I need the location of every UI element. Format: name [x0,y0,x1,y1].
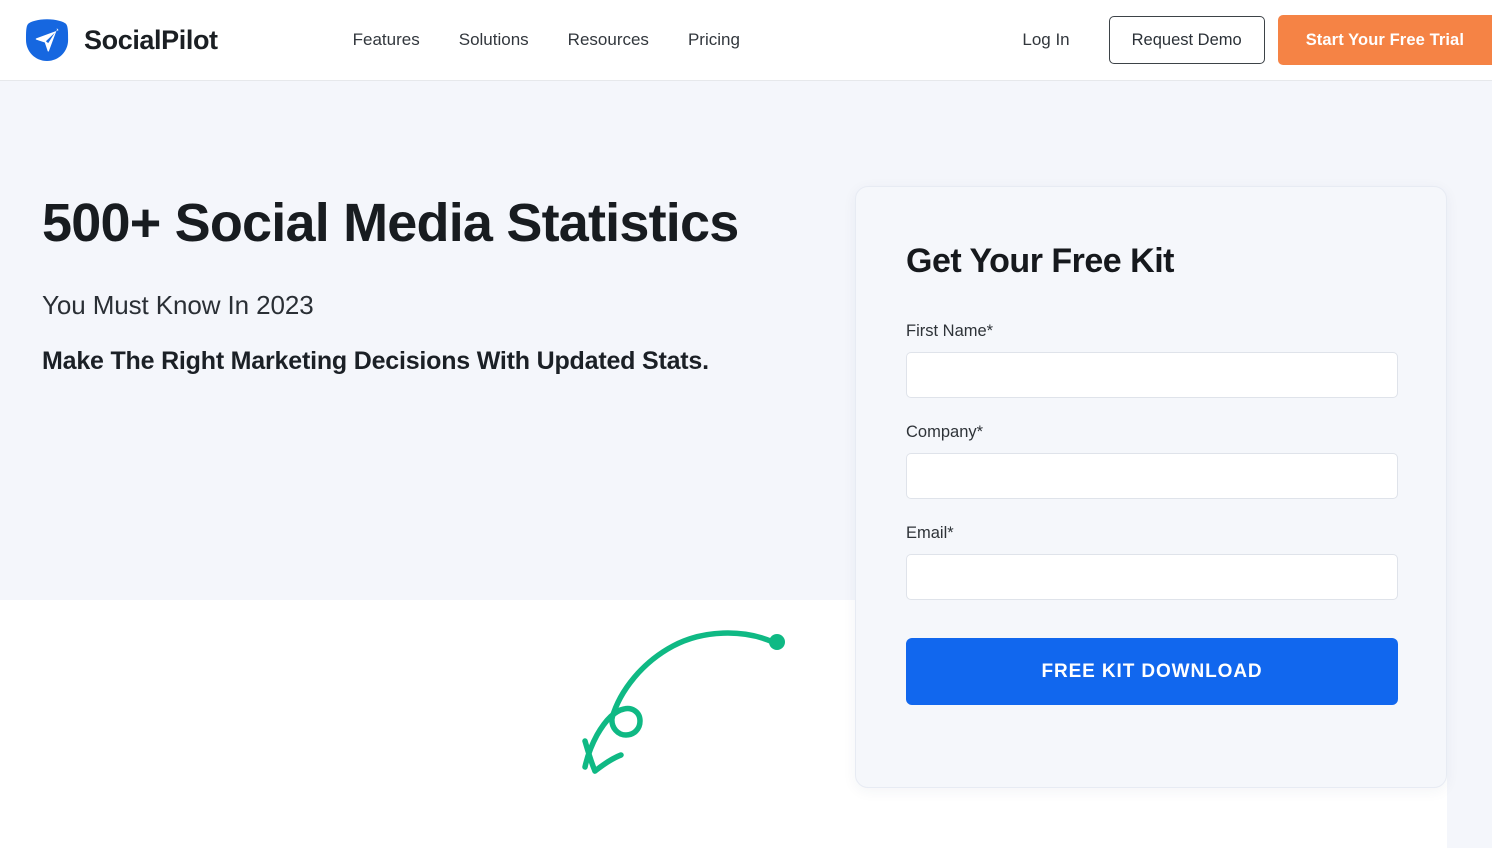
hero-background-band-right [1447,600,1492,848]
login-link[interactable]: Log In [1022,30,1069,50]
paper-plane-logo-icon [25,19,69,61]
nav-item-pricing[interactable]: Pricing [688,30,740,50]
email-label: Email* [906,524,954,543]
nav-item-solutions[interactable]: Solutions [459,30,529,50]
hero-subtitle: You Must Know In 2023 [42,289,314,320]
free-kit-form-card: Get Your Free Kit First Name* Company* E… [855,186,1447,788]
field-group-email: Email* [906,524,1398,601]
page-title: 500+ Social Media Statistics [42,193,739,253]
nav-item-features[interactable]: Features [353,30,420,50]
company-label: Company* [906,423,984,442]
hero-section: 500+ Social Media Statistics You Must Kn… [42,186,782,383]
company-input[interactable] [906,453,1398,500]
brand-logo-link[interactable]: SocialPilot [24,17,218,63]
arrow-start-dot [769,634,785,650]
first-name-input[interactable] [906,352,1398,399]
nav-item-resources[interactable]: Resources [568,30,649,50]
hero-tagline: Make The Right Marketing Decisions With … [42,346,709,375]
curved-arrow-icon [582,630,785,774]
free-kit-download-button[interactable]: FREE KIT DOWNLOAD [906,638,1398,706]
field-group-company: Company* [906,423,1398,500]
field-group-first-name: First Name* [906,322,1398,399]
site-header: SocialPilot Features Solutions Resources… [0,0,1492,81]
header-actions: Log In Request Demo Start Your Free Tria… [1022,0,1492,80]
start-free-trial-button[interactable]: Start Your Free Trial [1277,15,1492,65]
first-name-label: First Name* [906,322,994,341]
main-navigation: Features Solutions Resources Pricing [353,30,740,50]
email-input[interactable] [906,554,1398,601]
brand-name: SocialPilot [84,24,218,55]
request-demo-button[interactable]: Request Demo [1108,16,1265,64]
form-title: Get Your Free Kit [906,242,1174,280]
